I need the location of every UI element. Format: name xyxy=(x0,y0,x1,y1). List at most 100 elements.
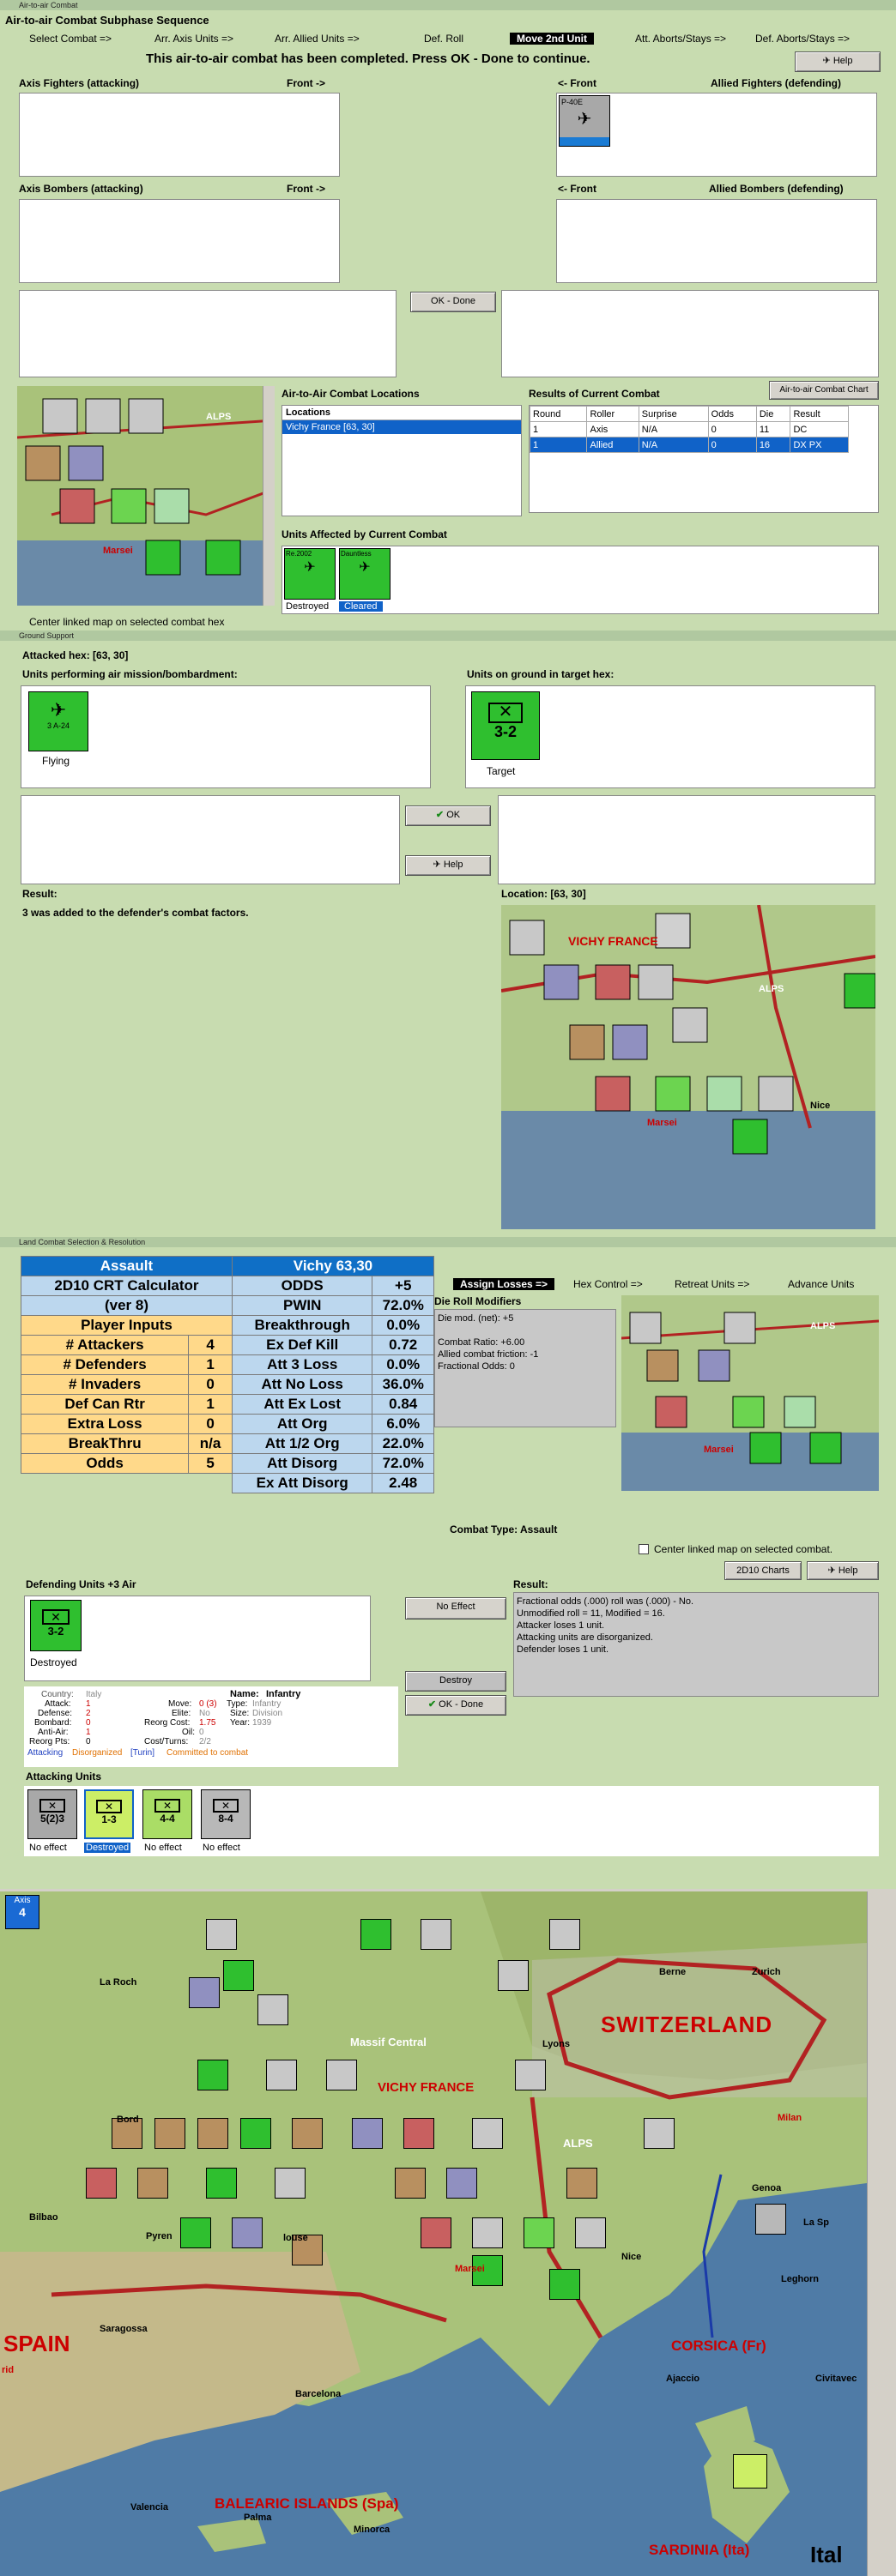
minimap-scrollbar[interactable] xyxy=(263,386,275,606)
map-unit[interactable] xyxy=(197,2060,228,2090)
table-row[interactable]: 1 Axis N/A 0 11 DC xyxy=(529,421,849,437)
step-hex-control[interactable]: Hex Control => xyxy=(573,1278,643,1290)
attacker-counter-3[interactable]: ✕ 4-4 xyxy=(142,1789,192,1839)
calc-cell[interactable]: n/a xyxy=(188,1433,233,1454)
table-row[interactable]: 1 Allied N/A 0 16 DX PX xyxy=(529,437,849,453)
main-map[interactable]: Axis 4 SWITZERLAND SPAIN CORSICA (Fr) BA… xyxy=(0,1891,896,2576)
air-minimap[interactable]: ALPS Marsei xyxy=(17,386,275,606)
col-result: Result xyxy=(790,406,849,422)
step-retreat-units[interactable]: Retreat Units => xyxy=(675,1278,749,1290)
step-select-combat[interactable]: Select Combat => xyxy=(29,33,112,45)
map-unit[interactable] xyxy=(266,2060,297,2090)
help-button[interactable]: ✈ Help xyxy=(795,51,881,72)
gs-ok-button[interactable]: ✔ OK xyxy=(405,805,491,826)
map-unit[interactable] xyxy=(575,2217,606,2248)
attacker-counter-4[interactable]: ✕ 8-4 xyxy=(201,1789,251,1839)
target-counter[interactable]: ✕ 3-2 xyxy=(471,691,540,760)
main-map-scrollbar[interactable] xyxy=(867,1891,879,2576)
map-unit[interactable] xyxy=(566,2168,597,2199)
ground-reserve-box[interactable] xyxy=(498,795,875,884)
map-unit[interactable] xyxy=(189,1977,220,2008)
map-unit[interactable] xyxy=(524,2217,554,2248)
map-unit[interactable] xyxy=(755,2204,786,2235)
map-unit[interactable] xyxy=(137,2168,168,2199)
air-reserve-box[interactable] xyxy=(21,795,400,884)
step-def-aborts[interactable]: Def. Aborts/Stays => xyxy=(755,33,850,45)
step-att-aborts[interactable]: Att. Aborts/Stays => xyxy=(635,33,726,45)
land-help-button[interactable]: ✈ Help xyxy=(807,1561,879,1580)
charts-button[interactable]: 2D10 Charts xyxy=(724,1561,802,1580)
center-combat-label[interactable]: Center linked map on selected combat. xyxy=(654,1543,832,1555)
attacker-counter-2[interactable]: ✕ 1-3 xyxy=(84,1789,134,1839)
map-unit[interactable] xyxy=(275,2168,306,2199)
ok-done-button[interactable]: OK - Done xyxy=(410,292,496,312)
allied-reserve-box[interactable] xyxy=(501,290,879,377)
gs-help-button[interactable]: ✈ Help xyxy=(405,855,491,876)
allied-fighter-counter[interactable]: P-40E ✈ xyxy=(559,95,610,147)
step-arr-allied[interactable]: Arr. Allied Units => xyxy=(275,33,360,45)
allied-fighters-box[interactable]: P-40E ✈ xyxy=(556,93,877,177)
map-unit[interactable] xyxy=(403,2118,434,2149)
map-unit[interactable] xyxy=(395,2168,426,2199)
map-unit[interactable] xyxy=(472,2118,503,2149)
calc-cell[interactable]: 1 xyxy=(188,1394,233,1415)
dauntless-counter[interactable]: ✈ 3 A-24 xyxy=(28,691,88,751)
air-combat-chart-button[interactable]: Air-to-air Combat Chart xyxy=(769,381,879,400)
map-unit[interactable] xyxy=(549,1919,580,1950)
axis-fighters-box[interactable] xyxy=(19,93,340,177)
map-unit[interactable] xyxy=(292,2118,323,2149)
locations-list[interactable]: Locations Vichy France [63, 30] xyxy=(282,405,522,516)
map-unit[interactable] xyxy=(644,2118,675,2149)
map-unit[interactable] xyxy=(232,2217,263,2248)
map-unit[interactable] xyxy=(180,2217,211,2248)
map-unit[interactable] xyxy=(257,1994,288,2025)
land-minimap[interactable]: ALPS Marsei xyxy=(621,1295,879,1491)
map-unit[interactable] xyxy=(446,2168,477,2199)
axis-reserve-box[interactable] xyxy=(19,290,397,377)
land-ok-done-button[interactable]: ✔ OK - Done xyxy=(405,1695,506,1716)
no-effect-button[interactable]: No Effect xyxy=(405,1597,506,1620)
calc-cell[interactable]: 0 xyxy=(188,1374,233,1395)
ground-units-box[interactable]: ✕ 3-2 Target xyxy=(465,685,875,788)
map-unit[interactable] xyxy=(472,2217,503,2248)
center-combat-checkbox[interactable] xyxy=(639,1544,649,1554)
map-unit[interactable] xyxy=(549,2269,580,2300)
map-unit[interactable] xyxy=(154,2118,185,2149)
info-move-label: Move: xyxy=(168,1699,192,1709)
step-def-roll[interactable]: Def. Roll xyxy=(424,33,463,45)
calc-cell[interactable]: 4 xyxy=(188,1335,233,1355)
location-item[interactable]: Vichy France [63, 30] xyxy=(282,420,521,434)
air-units-box[interactable]: ✈ 3 A-24 Flying xyxy=(21,685,431,788)
map-unit[interactable] xyxy=(515,2060,546,2090)
defender-counter[interactable]: ✕ 3-2 xyxy=(30,1600,82,1651)
destroy-button[interactable]: Destroy xyxy=(405,1671,506,1692)
center-map-label[interactable]: Center linked map on selected combat hex xyxy=(29,616,224,628)
map-unit[interactable] xyxy=(326,2060,357,2090)
step-move-2nd-unit[interactable]: Move 2nd Unit xyxy=(510,33,595,45)
allied-bombers-box[interactable] xyxy=(556,199,877,283)
step-assign-losses[interactable]: Assign Losses => xyxy=(453,1278,555,1290)
calc-cell[interactable]: 0 xyxy=(188,1414,233,1434)
map-unit[interactable] xyxy=(223,1960,254,1991)
calc-cell[interactable]: 1 xyxy=(188,1354,233,1375)
map-unit[interactable] xyxy=(352,2118,383,2149)
map-unit[interactable] xyxy=(206,2168,237,2199)
axis-bombers-box[interactable] xyxy=(19,199,340,283)
attacker-counter-1[interactable]: ✕ 5(2)3 xyxy=(27,1789,77,1839)
map-unit[interactable] xyxy=(240,2118,271,2149)
map-unit-sardinia[interactable] xyxy=(733,2454,767,2489)
calc-cell[interactable]: 5 xyxy=(188,1453,233,1474)
map-unit[interactable] xyxy=(498,1960,529,1991)
step-advance-units[interactable]: Advance Units xyxy=(788,1278,854,1290)
map-unit[interactable] xyxy=(86,2168,117,2199)
map-unit[interactable] xyxy=(206,1919,237,1950)
map-unit[interactable] xyxy=(360,1919,391,1950)
affected-unit-re2002[interactable]: Re.2002 ✈ xyxy=(284,548,336,600)
map-unit[interactable] xyxy=(421,1919,451,1950)
map-unit[interactable] xyxy=(197,2118,228,2149)
step-arr-axis[interactable]: Arr. Axis Units => xyxy=(154,33,233,45)
affected-unit-dauntless[interactable]: Dauntless ✈ xyxy=(339,548,390,600)
gs-location-map[interactable]: VICHY FRANCE ALPS Marsei Nice xyxy=(501,905,875,1229)
map-unit[interactable] xyxy=(421,2217,451,2248)
defending-box[interactable]: ✕ 3-2 Destroyed xyxy=(24,1596,371,1681)
